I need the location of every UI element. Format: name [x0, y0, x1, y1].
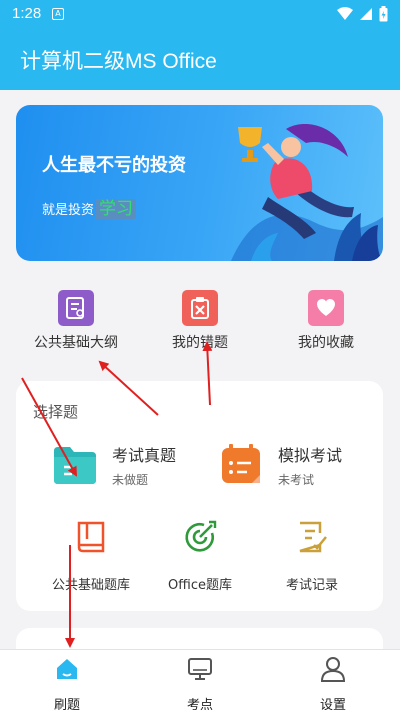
- banner-highlight: 学习: [96, 199, 137, 219]
- promo-banner[interactable]: 人生最不亏的投资 就是投资 学习: [16, 105, 383, 261]
- book-icon: [77, 521, 105, 553]
- tab-label: 刷题: [53, 698, 80, 710]
- syllabus-icon: [58, 290, 94, 326]
- public-basics-bank-button[interactable]: 公共基础题库: [31, 519, 151, 593]
- monitor-icon: [188, 658, 212, 680]
- tab-practice[interactable]: 刷题: [17, 656, 117, 710]
- mock-exam-title: 模拟考试: [278, 446, 343, 465]
- quick-action-label: 公共基础大纲: [34, 335, 118, 351]
- status-bar: 1:28 A: [0, 0, 400, 28]
- banner-subline: 就是投资 学习: [42, 194, 137, 219]
- tool-label: 公共基础题库: [51, 578, 130, 593]
- exam-folder-icon: [54, 447, 96, 484]
- quick-action-syllabus[interactable]: 公共基础大纲: [16, 290, 136, 352]
- tab-label: 设置: [319, 698, 346, 710]
- tab-label: 考点: [186, 698, 213, 710]
- battery-icon: [379, 6, 388, 22]
- office-bank-button[interactable]: Office题库: [140, 519, 260, 593]
- exam-papers-status: 未做题: [112, 473, 149, 487]
- bottom-nav: 刷题 考点 设置: [0, 649, 400, 710]
- user-icon: [320, 657, 346, 682]
- tool-label: 考试记录: [285, 578, 338, 593]
- tab-settings[interactable]: 设置: [283, 656, 383, 710]
- notification-icon: A: [52, 8, 64, 20]
- app-bar: 计算机二级MS Office: [0, 28, 400, 90]
- banner-illustration: [231, 124, 383, 261]
- choice-section-card: 选择题 考试真题 未做题 模拟考试 未考试 公共基础题库 Office题库 考试…: [16, 381, 383, 611]
- mock-exam-status: 未考试: [278, 473, 315, 487]
- record-icon: [299, 521, 327, 553]
- app-title: 计算机二级MS Office: [20, 50, 217, 73]
- quick-action-favorites[interactable]: 我的收藏: [266, 290, 386, 352]
- wifi-icon: [337, 7, 353, 20]
- exam-papers-button[interactable]: 考试真题 未做题: [52, 439, 192, 495]
- signal-icon: [360, 8, 372, 20]
- target-icon: [185, 520, 217, 552]
- mock-exam-icon: [222, 444, 260, 483]
- exam-papers-title: 考试真题: [112, 446, 177, 465]
- status-time: 1:28: [12, 5, 42, 22]
- tool-label: Office题库: [168, 578, 232, 593]
- tab-key-points[interactable]: 考点: [150, 656, 250, 710]
- wrong-questions-icon: [182, 290, 218, 326]
- status-icons: [337, 6, 388, 22]
- section-title: 选择题: [33, 403, 79, 421]
- quick-action-label: 我的收藏: [298, 335, 354, 351]
- quick-action-wrong-questions[interactable]: 我的错题: [140, 290, 260, 352]
- exam-records-button[interactable]: 考试记录: [252, 519, 372, 593]
- mock-exam-button[interactable]: 模拟考试 未考试: [218, 439, 368, 495]
- banner-headline: 人生最不亏的投资: [42, 155, 186, 176]
- banner-subline-text: 就是投资: [42, 203, 95, 218]
- home-icon: [57, 659, 77, 679]
- favorites-icon: [308, 290, 344, 326]
- quick-action-label: 我的错题: [172, 335, 228, 351]
